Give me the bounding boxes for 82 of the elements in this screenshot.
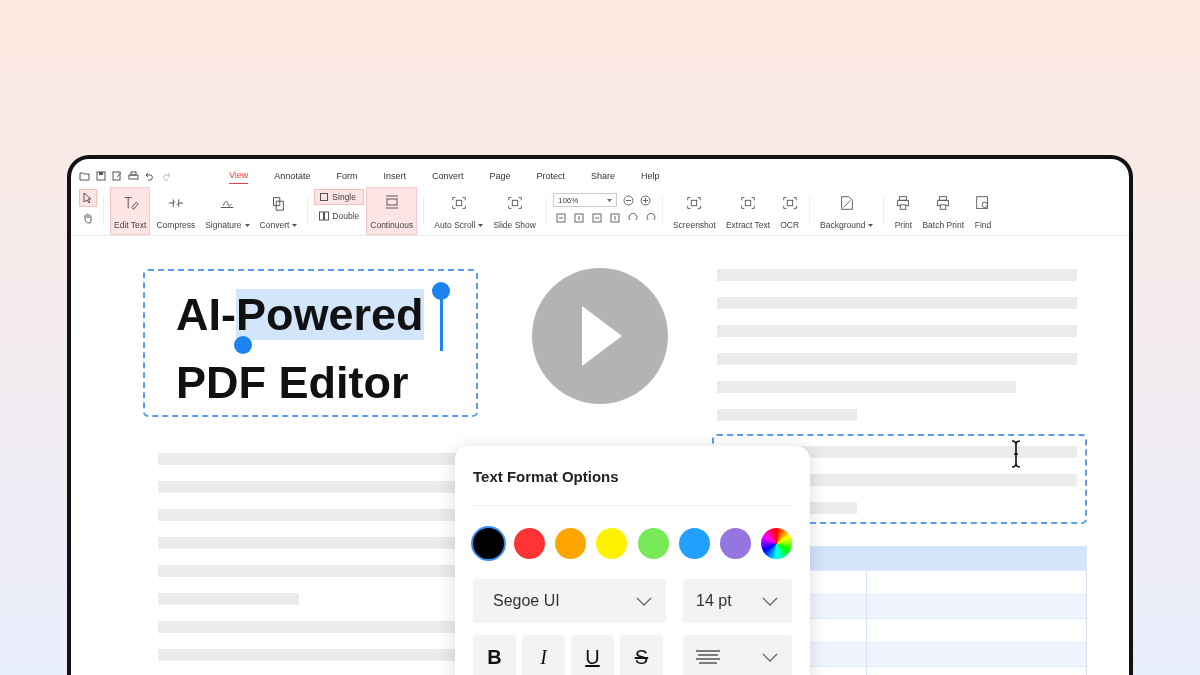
toolbar-button[interactable]: Continuous (366, 187, 418, 235)
menu-tab[interactable]: Convert (431, 168, 464, 184)
color-wheel-swatch[interactable] (761, 528, 792, 559)
toolbar-button[interactable]: OCR (776, 187, 804, 235)
page-layout-button[interactable]: Single (314, 189, 365, 205)
toolbar-button[interactable]: Edit Text (110, 187, 151, 235)
print-icon[interactable] (128, 171, 139, 181)
dropdown-arrow-icon (244, 223, 250, 227)
zoom-in-icon[interactable] (639, 194, 651, 206)
menu-tab[interactable]: Annotate (274, 168, 311, 184)
save-as-icon[interactable] (112, 171, 122, 181)
text-cursor-icon (1010, 440, 1022, 468)
single-page-icon (319, 192, 330, 202)
font-dropdown[interactable]: Segoe UI (473, 579, 666, 623)
toolbar-button[interactable]: Background (816, 187, 878, 235)
dropdown-arrow-icon (606, 198, 612, 202)
continuous-pages-icon (383, 194, 400, 210)
page-layout-button[interactable]: Double (314, 208, 365, 224)
toolbar-button[interactable]: Find (970, 187, 997, 235)
toolbar-button[interactable]: Auto Scroll (430, 187, 488, 235)
two-pages-icon (319, 211, 330, 221)
text-style-button[interactable]: S (620, 635, 663, 675)
text-style-button[interactable]: U (571, 635, 614, 675)
color-swatch[interactable] (596, 528, 628, 559)
cursor-arrow-icon (83, 192, 93, 204)
tool-icon (505, 194, 524, 212)
tool-icon (685, 194, 704, 212)
menu-tab[interactable]: Protect (536, 168, 565, 184)
panel-title: Text Format Options (473, 468, 620, 485)
fit-page-icon[interactable] (591, 213, 602, 223)
toolbar-button[interactable]: Print (890, 187, 917, 235)
select-tool-button[interactable] (79, 189, 97, 207)
alignment-dropdown[interactable] (683, 635, 792, 675)
save-icon[interactable] (96, 171, 106, 181)
menu-tab[interactable]: View (229, 168, 249, 184)
zoom-dropdown[interactable]: 106% (552, 193, 617, 207)
text-style-button[interactable]: I (522, 635, 565, 675)
rotate-icon[interactable] (645, 213, 656, 223)
color-swatch[interactable] (473, 528, 504, 559)
rotate-icon[interactable] (627, 213, 638, 223)
zoom-out-icon[interactable] (622, 194, 634, 206)
align-center-icon (696, 650, 720, 664)
chevron-down-icon (762, 652, 778, 662)
chevron-down-icon (762, 596, 778, 606)
color-swatch[interactable] (555, 528, 587, 559)
menu-tab[interactable]: Help (641, 168, 660, 184)
color-swatch[interactable] (719, 528, 751, 559)
dropdown-arrow-icon (292, 223, 298, 227)
fit-page-icon[interactable] (609, 213, 620, 223)
toolbar-button[interactable]: Compress (152, 187, 200, 235)
toolbar-button[interactable]: Slide Show (489, 187, 540, 235)
fit-page-icon[interactable] (573, 213, 584, 223)
menu-tab[interactable]: Form (336, 168, 358, 184)
toolbar-button[interactable]: Batch Print (918, 187, 969, 235)
fit-page-icon[interactable] (555, 213, 566, 223)
text-edit-box[interactable]: AI-Powered PDF Editor (143, 269, 478, 417)
tool-icon (449, 194, 468, 212)
heading-line: PDF Editor (176, 356, 410, 410)
chevron-down-icon (636, 596, 652, 606)
color-swatch[interactable] (514, 528, 546, 559)
menu-tab[interactable]: Page (489, 168, 511, 184)
toolbar-button[interactable]: Convert (255, 187, 302, 235)
redo-icon[interactable] (161, 171, 171, 181)
menu-tab[interactable]: Share (590, 168, 615, 184)
toolbar-button[interactable]: Screenshot (668, 187, 720, 235)
toolbar-button[interactable]: Signature (201, 187, 254, 235)
color-swatch[interactable] (637, 528, 669, 559)
tool-icon (739, 194, 758, 212)
undo-icon[interactable] (145, 171, 155, 181)
menu-tab[interactable]: Insert (383, 168, 406, 184)
selection-handle[interactable] (234, 336, 252, 354)
heading-line: AI-Powered (176, 288, 425, 342)
play-button[interactable] (532, 268, 668, 404)
text-style-button[interactable]: B (473, 635, 516, 675)
dropdown-arrow-icon (868, 223, 874, 227)
dropdown-arrow-icon (478, 223, 484, 227)
font-size-dropdown[interactable]: 14 pt (683, 579, 792, 623)
folder-icon[interactable] (79, 171, 90, 181)
tool-icon (780, 194, 799, 212)
toolbar-button[interactable]: Extract Text (721, 187, 775, 235)
hand-icon (83, 212, 93, 224)
color-swatch[interactable] (678, 528, 710, 559)
